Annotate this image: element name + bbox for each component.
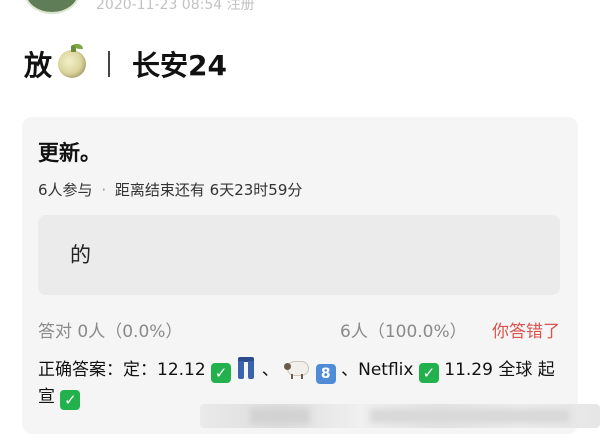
post-title-prefix: 放 — [24, 49, 53, 82]
sheep-icon — [284, 359, 310, 379]
answer-prefix: 正确答案：定：12.12 — [38, 360, 206, 380]
correct-answer: 正确答案：定：12.12 ✓ 、 8 、Netflix ✓ 11.29 全球 起… — [38, 357, 568, 411]
melon-icon — [58, 44, 87, 78]
check-mark-icon: ✓ — [60, 390, 81, 410]
answer-sep2: 、Netflix — [341, 360, 414, 380]
post-title: 放 长安24 — [24, 44, 227, 84]
user-meta: 2020-11-23 08:54 注册 — [96, 0, 255, 13]
poll-title: 更新。 — [38, 141, 101, 165]
poll-option-text: 的 — [70, 243, 91, 267]
avatar[interactable] — [24, 0, 80, 14]
title-divider — [108, 51, 111, 77]
answer-status: 你答错了 — [492, 322, 560, 342]
correct-count: 答对 0人（0.0%） — [38, 322, 183, 342]
answer-part3: 11.29 全球 — [444, 360, 533, 380]
post-title-suffix: 长安24 — [132, 49, 227, 82]
poll-card: 更新。 6人参与 · 距离结束还有 6天23时59分 的 答对 0人（0.0%）… — [22, 117, 578, 434]
check-mark-icon: ✓ — [211, 363, 232, 383]
poll-option[interactable]: 的 — [38, 215, 560, 295]
vote-count: 6人（100.0%） — [340, 322, 467, 342]
poll-deadline: 距离结束还有 6天23时59分 — [114, 181, 303, 199]
poll-info-separator: · — [101, 181, 107, 199]
jeans-icon — [238, 357, 255, 379]
poll-info: 6人参与 · 距离结束还有 6天23时59分 — [38, 179, 302, 200]
top-bar: 2020-11-23 08:54 注册 — [0, 0, 600, 14]
answer-sep1: 、 — [261, 360, 279, 380]
check-mark-icon: ✓ — [418, 363, 439, 383]
poll-participants: 6人参与 — [38, 181, 93, 199]
blurred-watermark — [200, 404, 600, 428]
keycap-8-icon: 8 — [315, 364, 336, 384]
poll-result-row: 答对 0人（0.0%） 6人（100.0%） 你答错了 — [38, 317, 560, 342]
